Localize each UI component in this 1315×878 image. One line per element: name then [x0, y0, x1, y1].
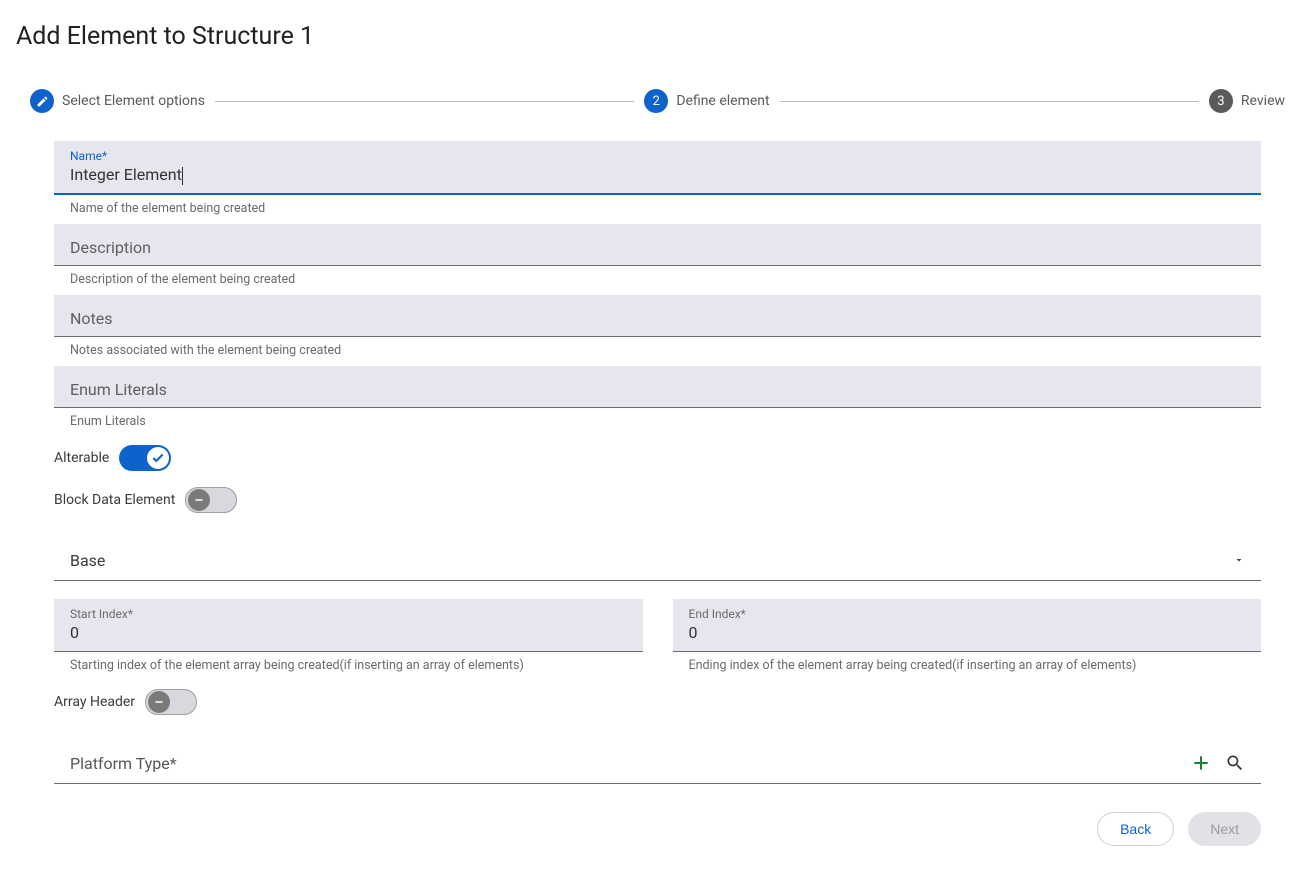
notes-input[interactable]: Notes — [70, 295, 1245, 336]
back-button[interactable]: Back — [1097, 812, 1174, 846]
step-divider — [780, 101, 1199, 102]
array-header-label: Array Header — [54, 694, 135, 710]
step-select-options[interactable]: Select Element options — [30, 89, 205, 113]
stepper: Select Element options 2 Define element … — [0, 61, 1315, 125]
base-select[interactable]: Base — [54, 527, 1261, 581]
check-icon — [147, 447, 169, 469]
enum-literals-field-container[interactable]: Enum Literals — [54, 366, 1261, 408]
next-button[interactable]: Next — [1188, 812, 1261, 846]
platform-type-label: Platform Type* — [70, 754, 1191, 773]
name-label: Name* — [70, 149, 1245, 163]
minus-icon — [148, 691, 170, 713]
alterable-label: Alterable — [54, 450, 109, 466]
step-define-element[interactable]: 2 Define element — [644, 89, 769, 113]
name-helper: Name of the element being created — [54, 195, 1261, 224]
step-label: Select Element options — [62, 93, 205, 109]
text-cursor — [182, 167, 183, 185]
minus-icon — [188, 489, 210, 511]
name-field-container[interactable]: Name* Integer Element — [54, 141, 1261, 195]
block-data-toggle[interactable] — [185, 487, 237, 513]
enum-literals-helper: Enum Literals — [54, 408, 1261, 437]
end-index-label: End Index* — [689, 607, 1246, 621]
enum-literals-input[interactable]: Enum Literals — [70, 366, 1245, 407]
end-index-helper: Ending index of the element array being … — [673, 652, 1262, 681]
description-field-container[interactable]: Description — [54, 224, 1261, 266]
description-helper: Description of the element being created — [54, 266, 1261, 295]
end-index-input[interactable]: 0 — [689, 623, 1246, 645]
start-index-field-container[interactable]: Start Index* 0 — [54, 599, 643, 652]
alterable-toggle[interactable] — [119, 445, 171, 471]
array-header-toggle[interactable] — [145, 689, 197, 715]
alterable-row: Alterable — [54, 437, 1261, 479]
block-data-label: Block Data Element — [54, 492, 175, 508]
chevron-down-icon — [1233, 551, 1245, 570]
name-input[interactable]: Integer Element — [70, 165, 182, 187]
notes-field-container[interactable]: Notes — [54, 295, 1261, 337]
end-index-field-container[interactable]: End Index* 0 — [673, 599, 1262, 652]
start-index-label: Start Index* — [70, 607, 627, 621]
base-select-label: Base — [70, 551, 1233, 570]
page-title: Add Element to Structure 1 — [0, 0, 1315, 61]
step-review[interactable]: 3 Review — [1209, 89, 1285, 113]
start-index-helper: Starting index of the element array bein… — [54, 652, 643, 681]
pencil-icon — [30, 89, 54, 113]
add-platform-button[interactable] — [1191, 753, 1211, 773]
step-number-icon: 3 — [1209, 89, 1233, 113]
step-divider — [215, 101, 634, 102]
step-number-icon: 2 — [644, 89, 668, 113]
step-label: Define element — [676, 93, 769, 109]
notes-helper: Notes associated with the element being … — [54, 337, 1261, 366]
start-index-input[interactable]: 0 — [70, 623, 627, 645]
array-header-row: Array Header — [54, 681, 1261, 723]
block-data-row: Block Data Element — [54, 479, 1261, 521]
platform-type-field[interactable]: Platform Type* — [54, 735, 1261, 784]
step-label: Review — [1241, 93, 1285, 109]
search-platform-button[interactable] — [1225, 753, 1245, 773]
description-input[interactable]: Description — [70, 224, 1245, 265]
